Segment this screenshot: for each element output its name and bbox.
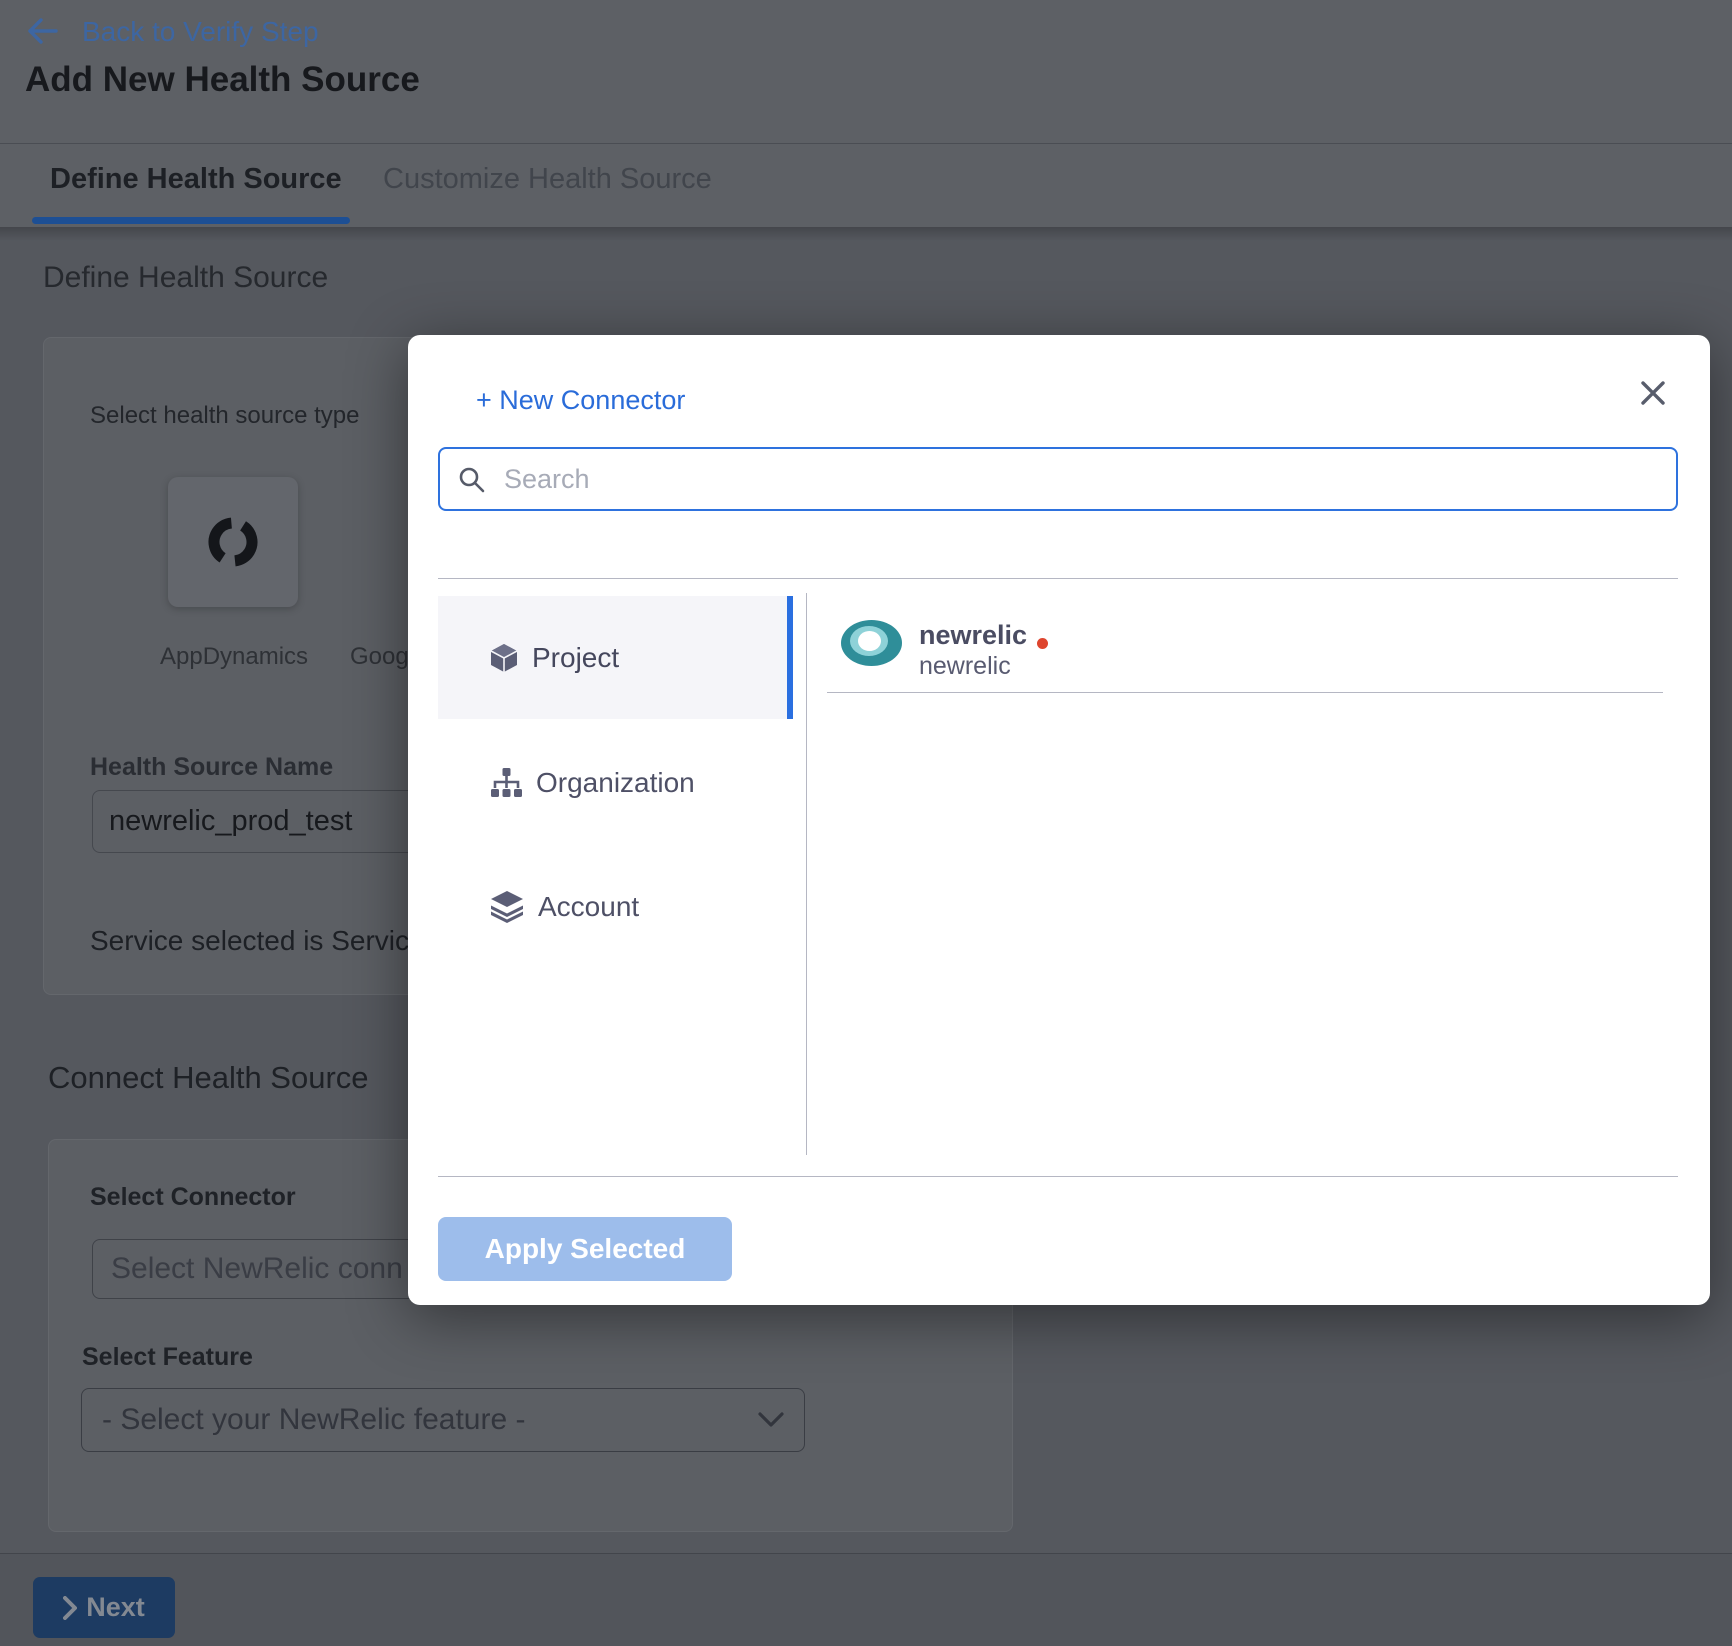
select-feature-dropdown[interactable]: - Select your NewRelic feature - (81, 1388, 805, 1452)
select-source-type-label: Select health source type (90, 402, 360, 430)
sitemap-icon (490, 768, 522, 799)
select-connector-label: Select Connector (90, 1183, 296, 1212)
health-source-name-label: Health Source Name (90, 753, 333, 782)
connector-select-modal: + New Connector Project (408, 335, 1710, 1305)
connector-name: newrelic (919, 620, 1027, 651)
appdynamics-logo-icon (205, 514, 261, 570)
cube-icon (490, 643, 518, 673)
newrelic-connector-icon (841, 620, 902, 666)
scope-tab-project[interactable]: Project (438, 596, 793, 719)
source-type-label-google-clipped: Goog (350, 643, 409, 671)
modal-divider-bottom (438, 1176, 1678, 1177)
new-connector-link[interactable]: + New Connector (476, 385, 685, 416)
connector-status-dot (1037, 638, 1048, 649)
back-to-verify-link[interactable]: Back to Verify Step (82, 16, 319, 48)
scope-tab-label: Project (532, 642, 619, 674)
source-type-tile-appdynamics[interactable] (168, 477, 298, 607)
layers-icon (490, 891, 524, 923)
modal-vertical-divider (806, 593, 807, 1155)
connector-id: newrelic (919, 652, 1011, 681)
scope-tab-label: Account (538, 891, 639, 923)
page-title: Add New Health Source (25, 60, 420, 100)
source-type-label-appdynamics: AppDynamics (160, 643, 306, 671)
search-icon (458, 466, 485, 493)
scope-tab-organization[interactable]: Organization (438, 751, 793, 815)
search-input[interactable] (502, 449, 1662, 509)
connector-list-item-newrelic[interactable]: newrelic newrelic (827, 607, 1663, 693)
search-box (438, 447, 1678, 511)
tab-define-health-source[interactable]: Define Health Source (50, 163, 342, 196)
service-selected-note: Service selected is Service_ (90, 925, 440, 957)
chevron-right-icon (63, 1596, 77, 1620)
back-arrow-icon[interactable] (25, 16, 59, 46)
close-icon[interactable] (1633, 373, 1673, 413)
chevron-down-icon (758, 1412, 784, 1428)
screen: Back to Verify Step Add New Health Sourc… (0, 0, 1732, 1646)
next-button-label: Next (86, 1592, 145, 1623)
apply-selected-button[interactable]: Apply Selected (438, 1217, 732, 1281)
select-feature-placeholder: - Select your NewRelic feature - (102, 1403, 526, 1437)
active-tab-underline (32, 217, 350, 224)
modal-divider-top (438, 578, 1678, 579)
define-section-title: Define Health Source (43, 261, 328, 295)
scope-tab-account[interactable]: Account (438, 875, 793, 939)
select-feature-label: Select Feature (82, 1343, 253, 1372)
scope-tab-label: Organization (536, 767, 695, 799)
page-footer (0, 1553, 1732, 1646)
connect-section-title: Connect Health Source (48, 1060, 369, 1096)
tab-customize-health-source[interactable]: Customize Health Source (383, 163, 712, 196)
next-button[interactable]: Next (33, 1577, 175, 1638)
